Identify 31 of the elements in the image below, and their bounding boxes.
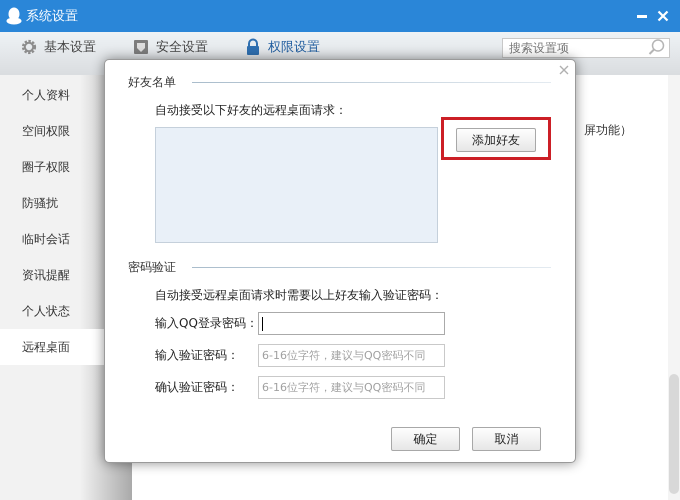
password-field[interactable] <box>258 312 445 335</box>
password-field[interactable]: 6-16位字符，建议与QQ密码不同 <box>258 376 445 399</box>
window-title: 系统设置 <box>26 8 78 25</box>
lock-icon <box>244 38 262 56</box>
password-field[interactable]: 6-16位字符，建议与QQ密码不同 <box>258 344 445 367</box>
close-button[interactable] <box>557 63 571 77</box>
close-icon <box>657 10 669 22</box>
scrollbar-thumb[interactable] <box>669 374 679 494</box>
description-text: 自动接受远程桌面请求时需要以上好友输入验证密码： <box>155 287 444 304</box>
minimize-icon <box>637 14 647 18</box>
field-label: 输入QQ登录密码： <box>155 315 258 332</box>
dialog-button[interactable]: 取消 <box>472 427 541 451</box>
tab[interactable]: 权限设置 <box>244 37 320 57</box>
tab[interactable]: 安全设置 <box>132 37 208 57</box>
search-field[interactable]: 搜索设置项 <box>502 38 670 58</box>
text-cursor <box>262 317 263 331</box>
field-label: 输入验证密码： <box>155 347 240 364</box>
section-title: 好友名单 <box>128 74 176 91</box>
add-friend-button[interactable]: 添加好友 <box>456 128 536 152</box>
search-icon <box>648 38 666 56</box>
gear-icon <box>20 38 38 56</box>
field-label: 确认验证密码： <box>155 379 240 396</box>
friend-list[interactable] <box>155 127 438 243</box>
scrollbar[interactable] <box>668 75 680 500</box>
setting-text: 屏功能） <box>584 122 632 139</box>
close-icon <box>559 65 569 75</box>
description-text: 自动接受以下好友的远程桌面请求： <box>155 102 348 119</box>
dialog-button[interactable]: 确定 <box>391 427 460 451</box>
shield-icon <box>132 38 150 56</box>
section-title: 密码验证 <box>128 259 176 276</box>
tab[interactable]: 基本设置 <box>20 37 96 57</box>
